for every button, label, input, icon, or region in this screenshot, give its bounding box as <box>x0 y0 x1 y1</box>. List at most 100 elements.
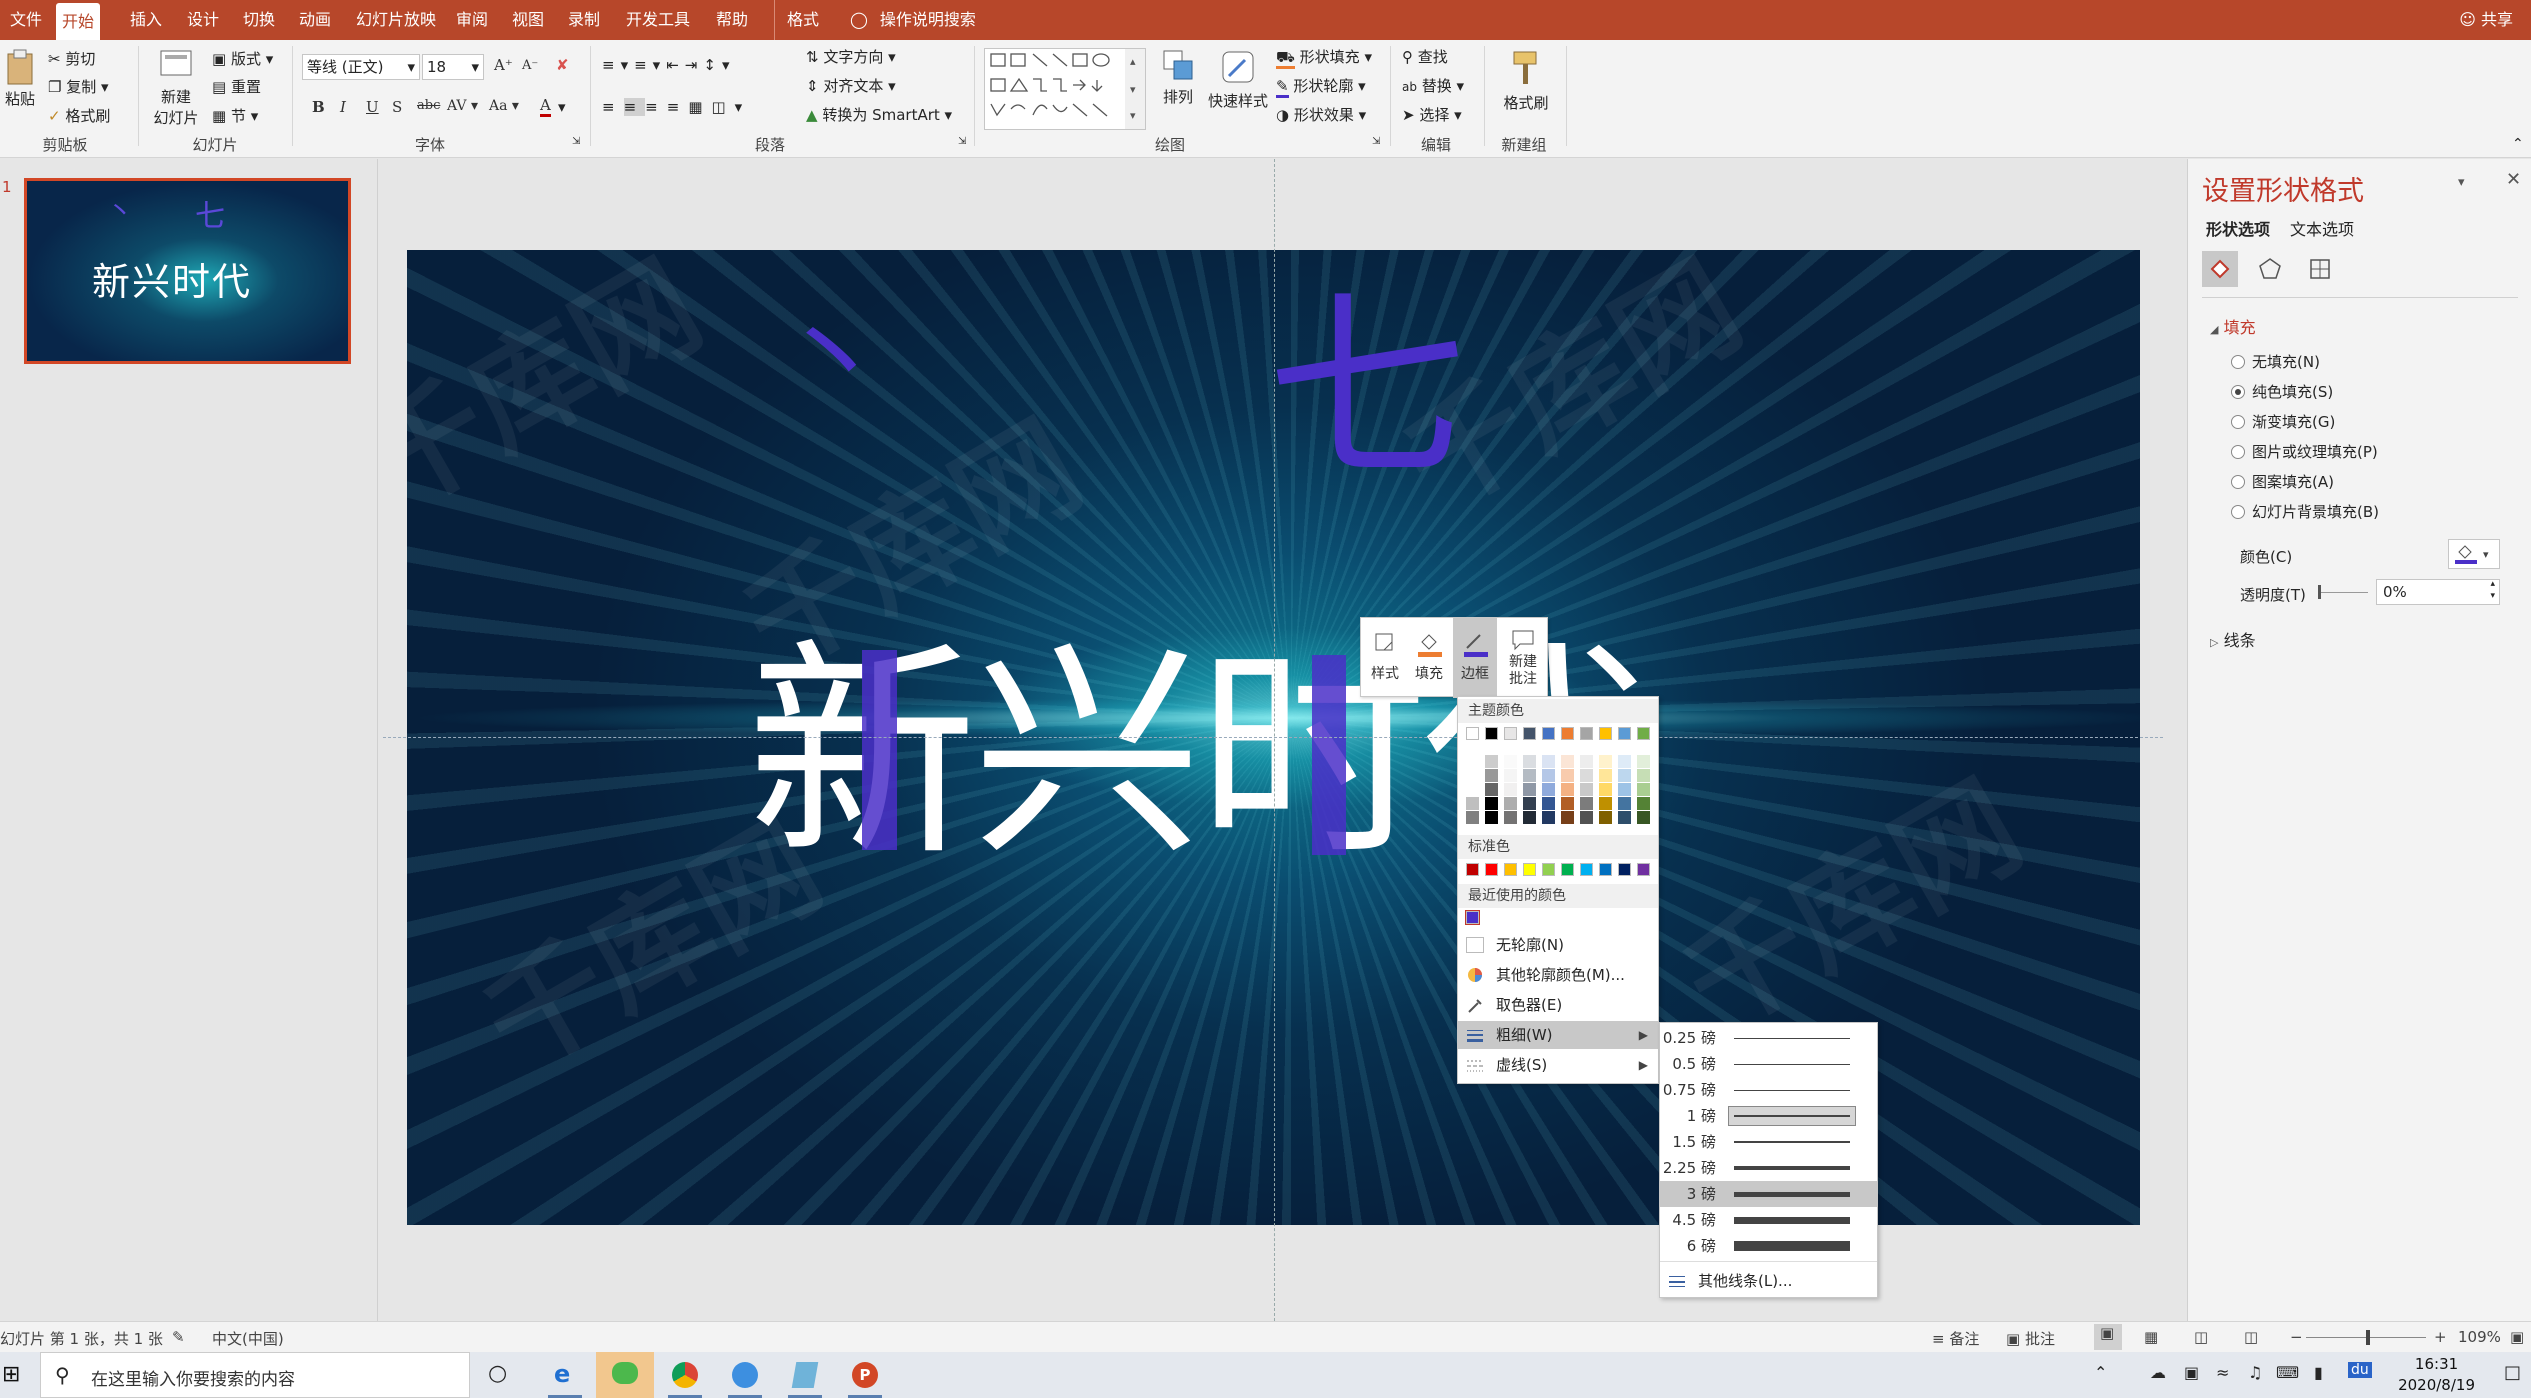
share-button[interactable]: ☺ 共享 <box>2459 0 2513 40</box>
tab-record[interactable]: 录制 <box>562 0 606 40</box>
tab-developer[interactable]: 开发工具 <box>620 0 696 40</box>
theme-color-swatch[interactable] <box>1523 755 1536 768</box>
cut-button[interactable]: ✂ 剪切 <box>48 48 95 69</box>
theme-color-swatch[interactable] <box>1485 727 1498 740</box>
theme-color-swatch[interactable] <box>1561 769 1574 782</box>
standard-color-swatch[interactable] <box>1504 863 1517 876</box>
theme-color-swatch[interactable] <box>1504 727 1517 740</box>
standard-color-swatch[interactable] <box>1599 863 1612 876</box>
format-painter-button[interactable]: ✓ 格式刷 <box>48 105 110 126</box>
standard-color-swatch[interactable] <box>1561 863 1574 876</box>
theme-color-swatch[interactable] <box>1637 811 1650 824</box>
radio-pattern-fill[interactable] <box>2231 475 2245 489</box>
theme-color-swatch[interactable] <box>1561 727 1574 740</box>
tell-me-search[interactable]: ◯ 操作说明搜索 <box>850 0 976 40</box>
fill-button[interactable]: 填充 <box>1407 618 1451 698</box>
cloud-icon[interactable]: ☁ <box>2150 1363 2166 1382</box>
theme-color-swatch[interactable] <box>1542 727 1555 740</box>
size-properties-tab[interactable] <box>2302 251 2338 287</box>
theme-color-swatch[interactable] <box>1504 755 1517 768</box>
paste-button[interactable]: 粘贴 <box>2 48 38 109</box>
theme-color-swatch[interactable] <box>1485 783 1498 796</box>
new-comment-button[interactable]: 新建 批注 <box>1499 618 1547 698</box>
language-status[interactable]: 中文(中国) <box>212 1328 284 1349</box>
fill-line-tab[interactable] <box>2202 251 2238 287</box>
theme-color-swatch[interactable] <box>1542 797 1555 810</box>
shape-fill-button[interactable]: ⛟ 形状填充 ▾ <box>1276 46 1372 69</box>
dashes-item[interactable]: 虚线(S) ▶ <box>1458 1051 1658 1079</box>
theme-color-swatch[interactable] <box>1599 783 1612 796</box>
theme-color-swatch[interactable] <box>1504 811 1517 824</box>
select-button[interactable]: ➤ 选择 ▾ <box>1402 104 1462 125</box>
comments-button[interactable]: ▣ 批注 <box>2006 1328 2055 1349</box>
theme-color-swatch[interactable] <box>1637 769 1650 782</box>
arrange-button[interactable]: 排列 <box>1152 48 1204 107</box>
line-section[interactable]: ▷ 线条 <box>2210 627 2256 651</box>
tab-design[interactable]: 设计 <box>181 0 225 40</box>
theme-color-swatch[interactable] <box>1599 769 1612 782</box>
wechat-app[interactable] <box>596 1352 654 1398</box>
standard-color-swatch[interactable] <box>1542 863 1555 876</box>
radio-gradient-fill[interactable] <box>2231 415 2245 429</box>
grow-font-button[interactable]: A⁺ <box>494 56 513 74</box>
standard-color-swatch[interactable] <box>1523 863 1536 876</box>
transparency-slider[interactable] <box>2318 592 2368 593</box>
shrink-font-button[interactable]: A⁻ <box>522 58 538 73</box>
theme-color-swatch[interactable] <box>1523 769 1536 782</box>
notes-app[interactable] <box>776 1352 834 1398</box>
tab-file[interactable]: 文件 <box>4 0 48 40</box>
tab-animations[interactable]: 动画 <box>293 0 337 40</box>
pane-options-chevron-icon[interactable]: ▾ <box>2458 175 2465 190</box>
tab-review[interactable]: 审阅 <box>450 0 494 40</box>
smartart-button[interactable]: ▲ 转换为 SmartArt ▾ <box>806 104 952 125</box>
notifications-icon[interactable]: □ <box>2504 1362 2521 1383</box>
slideshow-view-icon[interactable]: ◫ <box>2244 1328 2258 1346</box>
eyedropper-item[interactable]: 取色器(E) <box>1458 991 1658 1019</box>
volume-icon[interactable]: ♫ <box>2248 1363 2262 1382</box>
weight-item[interactable]: 粗细(W) ▶ <box>1458 1021 1658 1049</box>
tab-view[interactable]: 视图 <box>506 0 550 40</box>
shape-effects-button[interactable]: ◑ 形状效果 ▾ <box>1276 104 1366 125</box>
theme-color-swatch[interactable] <box>1637 755 1650 768</box>
theme-color-swatch[interactable] <box>1485 755 1498 768</box>
weight-option[interactable]: 4.5 磅 <box>1660 1207 1877 1233</box>
theme-color-swatch[interactable] <box>1580 769 1593 782</box>
spelling-icon[interactable]: ✎ <box>172 1328 185 1346</box>
clear-format-icon[interactable]: ✘ <box>556 56 569 74</box>
system-clock[interactable]: 16:31 2020/8/19 <box>2398 1354 2475 1396</box>
close-icon[interactable]: ✕ <box>2506 169 2521 190</box>
theme-color-swatch[interactable] <box>1618 811 1631 824</box>
theme-color-swatch[interactable] <box>1599 727 1612 740</box>
tab-shape-options[interactable]: 形状选项 <box>2206 216 2270 240</box>
border-button[interactable]: 边框 <box>1453 618 1497 698</box>
more-lines-item[interactable]: 其他线条(L)... <box>1660 1267 1877 1295</box>
theme-color-swatch[interactable] <box>1580 783 1593 796</box>
theme-color-swatch[interactable] <box>1466 727 1479 740</box>
radio-background-fill[interactable] <box>2231 505 2245 519</box>
tab-slideshow[interactable]: 幻灯片放映 <box>350 0 442 40</box>
copy-button[interactable]: ❐ 复制 ▾ <box>48 76 109 97</box>
radio-solid-fill[interactable] <box>2231 385 2245 399</box>
more-colors-item[interactable]: 其他轮廓颜色(M)... <box>1458 961 1658 989</box>
tab-help[interactable]: 帮助 <box>710 0 754 40</box>
transparency-slider-thumb[interactable] <box>2318 585 2321 599</box>
standard-color-swatch[interactable] <box>1580 863 1593 876</box>
fit-slide-icon[interactable]: ▣ <box>2510 1328 2524 1346</box>
theme-color-swatch[interactable] <box>1618 797 1631 810</box>
theme-color-swatch[interactable] <box>1580 755 1593 768</box>
theme-color-swatch[interactable] <box>1618 727 1631 740</box>
weight-option[interactable]: 6 磅 <box>1660 1233 1877 1259</box>
theme-color-swatch[interactable] <box>1523 797 1536 810</box>
tab-transitions[interactable]: 切换 <box>237 0 281 40</box>
theme-color-swatch[interactable] <box>1542 811 1555 824</box>
theme-color-swatch[interactable] <box>1523 811 1536 824</box>
dialog-launcher-icon[interactable]: ⇲ <box>572 136 580 147</box>
text-direction-button[interactable]: ⇅ 文字方向 ▾ <box>806 46 896 67</box>
theme-color-swatch[interactable] <box>1599 811 1612 824</box>
shape-outline-button[interactable]: ✎ 形状轮廓 ▾ <box>1276 75 1366 98</box>
font-name-combo[interactable]: 等线 (正文) ▾ <box>302 54 420 80</box>
theme-color-swatch[interactable] <box>1618 755 1631 768</box>
messenger-app[interactable] <box>716 1352 774 1398</box>
layout-button[interactable]: ▣ 版式 ▾ <box>212 48 273 69</box>
dialog-launcher-icon[interactable]: ⇲ <box>958 136 966 147</box>
